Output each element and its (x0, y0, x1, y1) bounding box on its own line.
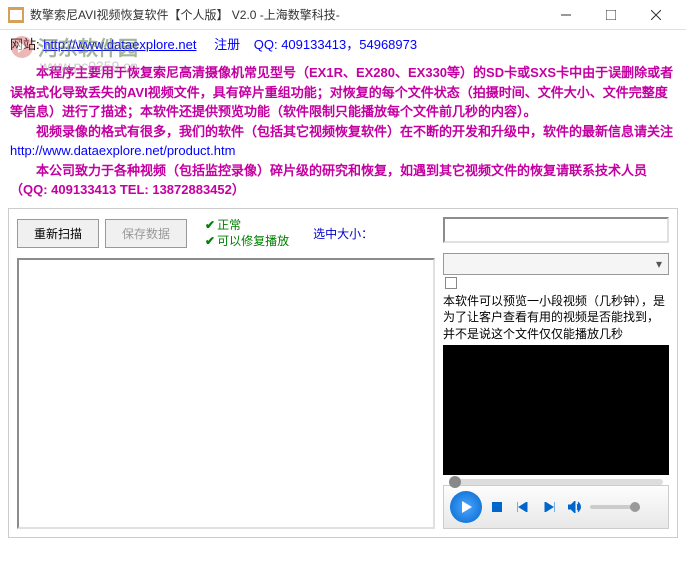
watermark-url: www.pc0359.cn (40, 58, 138, 74)
watermark-logo: 河东软件园 (10, 32, 138, 61)
device-dropdown[interactable]: ▾ (443, 253, 669, 275)
minimize-button[interactable] (543, 1, 588, 29)
check-icon: ✔ (205, 233, 215, 250)
volume-icon[interactable] (564, 496, 586, 518)
check-icon: ✔ (205, 217, 215, 234)
video-preview (443, 345, 669, 475)
window-titlebar: 数擎索尼AVI视频恢复软件【个人版】 V2.0 -上海数擎科技- (0, 0, 686, 30)
volume-slider[interactable] (590, 505, 640, 509)
close-button[interactable] (633, 1, 678, 29)
prev-button[interactable] (512, 496, 534, 518)
save-button: 保存数据 (105, 219, 187, 248)
legend-repair: 可以修复播放 (217, 233, 289, 250)
path-input[interactable] (443, 217, 669, 243)
app-icon (8, 7, 24, 23)
desc-p2: 视频录像的格式有很多，我们的软件（包括其它视频恢复软件）在不断的开发和升级中，软… (10, 122, 676, 161)
button-row: 重新扫描 保存数据 ✔正常 ✔可以修复播放 选中大小： (17, 217, 435, 251)
checkbox-row (445, 277, 669, 289)
rescan-button[interactable]: 重新扫描 (17, 219, 99, 248)
window-title: 数擎索尼AVI视频恢复软件【个人版】 V2.0 -上海数擎科技- (30, 6, 543, 23)
play-button[interactable] (450, 491, 482, 523)
legend-normal: 正常 (217, 217, 241, 234)
selected-size-label: 选中大小： (313, 225, 373, 242)
stop-button[interactable] (486, 496, 508, 518)
player-controls (443, 485, 669, 529)
next-button[interactable] (538, 496, 560, 518)
maximize-button[interactable] (588, 1, 633, 29)
right-panel: ▾ 本软件可以预览一小段视频（几秒钟），是为了让客户查看有用的视频是否能找到，并… (443, 217, 669, 529)
left-panel: 重新扫描 保存数据 ✔正常 ✔可以修复播放 选中大小： (17, 217, 435, 529)
checkbox[interactable] (445, 277, 457, 289)
main-panel: 重新扫描 保存数据 ✔正常 ✔可以修复播放 选中大小： ▾ 本软件可以预览一小段… (8, 208, 678, 538)
file-list[interactable] (17, 258, 435, 528)
preview-note: 本软件可以预览一小段视频（几秒钟），是为了让客户查看有用的视频是否能找到，并不是… (443, 293, 669, 343)
register-link[interactable]: 注册 (214, 37, 240, 52)
qq-label: QQ: 409133413，54968973 (254, 37, 417, 52)
desc-p3: 本公司致力于各种视频（包括监控录像）碎片级的研究和恢复，如遇到其它视频文件的恢复… (10, 161, 676, 200)
chevron-down-icon: ▾ (650, 257, 668, 271)
product-link[interactable]: http://www.dataexplore.net/product.htm (10, 143, 235, 158)
description-block: 本程序主要用于恢复索尼高清摄像机常见型号（EX1R、EX280、EX330等）的… (10, 63, 676, 200)
seek-slider[interactable] (449, 479, 663, 485)
legend: ✔正常 ✔可以修复播放 (205, 217, 289, 251)
